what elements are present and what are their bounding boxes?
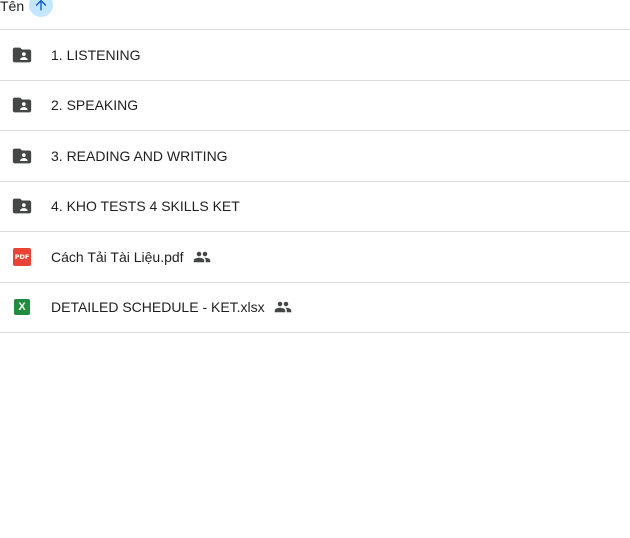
name-column-label[interactable]: Tên xyxy=(0,0,24,13)
list-item-xlsx[interactable]: X DETAILED SCHEDULE - KET.xlsx xyxy=(0,283,630,333)
pdf-badge: PDF xyxy=(13,247,31,266)
shared-folder-icon xyxy=(11,195,33,217)
shared-folder-icon xyxy=(11,145,33,167)
sort-ascending-button[interactable] xyxy=(29,0,54,17)
file-name: 3. READING AND WRITING xyxy=(51,147,228,164)
file-name: 4. KHO TESTS 4 SKILLS KET xyxy=(51,198,240,215)
list-item-pdf[interactable]: PDF Cách Tải Tài Liệu.pdf xyxy=(0,232,630,283)
excel-badge: X xyxy=(14,299,30,316)
file-list: Tên 1. LISTENING 2. SPEAKING 3. READING … xyxy=(0,0,630,538)
file-name: DETAILED SCHEDULE - KET.xlsx xyxy=(51,299,265,316)
excel-icon: X xyxy=(11,296,33,318)
people-icon xyxy=(274,298,292,316)
arrow-upward-icon xyxy=(35,0,47,11)
shared-folder-icon xyxy=(11,44,33,66)
column-header: Tên xyxy=(0,0,630,30)
list-item-listening[interactable]: 1. LISTENING xyxy=(0,30,630,81)
pdf-icon: PDF xyxy=(11,246,33,268)
people-icon xyxy=(193,248,211,266)
list-item-reading-writing[interactable]: 3. READING AND WRITING xyxy=(0,131,630,182)
shared-folder-icon xyxy=(11,94,33,116)
file-name: 1. LISTENING xyxy=(51,46,141,63)
list-item-kho-tests[interactable]: 4. KHO TESTS 4 SKILLS KET xyxy=(0,182,630,232)
list-item-speaking[interactable]: 2. SPEAKING xyxy=(0,81,630,131)
file-name: Cách Tải Tài Liệu.pdf xyxy=(51,248,184,265)
file-name: 2. SPEAKING xyxy=(51,97,139,114)
